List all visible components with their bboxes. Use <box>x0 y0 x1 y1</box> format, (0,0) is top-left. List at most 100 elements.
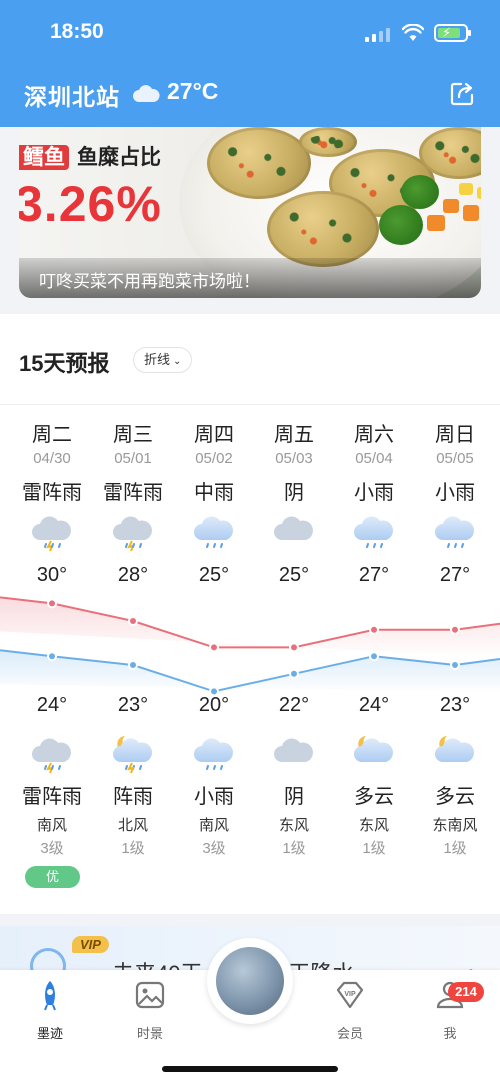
high-temp-label: 25° <box>278 564 310 586</box>
high-temp-label: 25° <box>198 564 230 586</box>
home-indicator <box>162 1066 338 1072</box>
wind-level: 3级 <box>202 840 226 857</box>
wind-level: 3级 <box>40 840 64 857</box>
day-condition: 雷阵雨 <box>103 482 163 504</box>
wind-direction: 北风 <box>117 817 148 834</box>
night-condition: 小雨 <box>194 786 234 808</box>
high-temp-point <box>369 624 379 635</box>
forecast-night-column[interactable]: 阵雨 北风 1级 <box>93 732 173 858</box>
night-condition: 阵雨 <box>113 786 153 808</box>
night-condition: 阴 <box>284 786 304 808</box>
weekday-label: 周六 <box>354 424 394 446</box>
date-label: 05/04 <box>355 450 393 467</box>
notification-badge: 214 <box>448 982 484 1002</box>
tab-moji[interactable]: 墨迹 <box>10 978 90 1042</box>
high-temp-point <box>289 642 299 653</box>
thunderstorm-icon <box>30 732 74 774</box>
wind-direction: 东南风 <box>432 817 478 834</box>
day-condition: 阴 <box>284 482 304 504</box>
low-temp-point <box>128 660 138 670</box>
forecast-card: 15天预报 折线 ⌄ 周二 04/30 雷阵雨 30° 24° 雷阵雨 南风 3级 周三 05/01… <box>0 314 500 914</box>
partly-cloudy-night-icon <box>433 732 477 772</box>
center-action-button[interactable] <box>207 938 293 1024</box>
forecast-night-column[interactable]: 阴东风 1级 <box>254 732 334 858</box>
forecast-night-column[interactable]: 雷阵雨南风 3级 <box>12 732 92 858</box>
date-label: 05/02 <box>195 450 233 467</box>
high-temp-label: 28° <box>117 564 149 586</box>
low-temp-point <box>289 668 299 679</box>
low-temp-point <box>369 651 379 662</box>
date-label: 04/30 <box>33 450 71 467</box>
high-temp-point <box>128 616 138 626</box>
date-label: 05/01 <box>114 450 152 467</box>
forecast-day-column[interactable]: 周四 05/02 中雨 <box>174 418 254 550</box>
image-icon <box>135 981 165 1009</box>
cellular-signal-icon <box>365 26 390 42</box>
thunderstorm-icon <box>111 510 155 552</box>
forecast-night-column[interactable]: 小雨 南风 3级 <box>174 732 254 858</box>
wifi-icon <box>402 24 424 41</box>
forecast-day-column[interactable]: 周三 05/01 雷阵雨 <box>93 418 173 552</box>
forecast-day-column[interactable]: 周日 05/05 小雨 <box>415 418 495 550</box>
view-toggle[interactable]: 折线 ⌄ <box>133 347 193 373</box>
banner-caption: 叮咚买菜不用再跑菜市场啦！ <box>39 272 260 291</box>
chevron-down-icon: ⌄ <box>173 356 182 367</box>
rocket-icon <box>44 981 56 1011</box>
current-temperature: 27°C <box>167 78 219 104</box>
low-temp-point <box>47 651 57 662</box>
banner-caption-bar: 叮咚买菜不用再跑菜市场啦！ <box>19 258 481 298</box>
vip-diamond-icon: VIP <box>336 981 364 1009</box>
cloud-icon <box>272 732 316 772</box>
tab-member[interactable]: VIP 会员 <box>310 978 390 1042</box>
location-name[interactable]: 深圳北站 <box>24 78 120 112</box>
night-condition: 雷阵雨 <box>22 786 82 808</box>
high-temp-label: 30° <box>36 564 68 586</box>
forecast-day-column[interactable]: 周五 05/03 阴 <box>254 418 334 550</box>
status-bar: 18:50 ⚡ <box>0 18 500 50</box>
series-band <box>0 650 500 693</box>
promo-banner[interactable]: 鳕鱼 鱼糜占比 3.26% 叮咚买菜不用再跑菜市场啦！ <box>19 127 481 298</box>
night-condition: 多云 <box>354 786 394 808</box>
status-time: 18:50 <box>50 20 104 43</box>
wind-level: 1级 <box>282 840 306 857</box>
series-band <box>0 597 500 658</box>
wind-direction: 东风 <box>278 817 309 834</box>
night-condition: 多云 <box>435 786 475 808</box>
cloud-icon <box>272 510 316 550</box>
day-condition: 中雨 <box>194 482 234 504</box>
tab-scenery[interactable]: 时景 <box>110 978 190 1042</box>
air-quality-badge[interactable]: 优 <box>25 866 80 888</box>
share-icon[interactable] <box>448 80 476 108</box>
thunderstorm-icon <box>30 510 74 552</box>
forecast-night-column[interactable]: 多云东风 1级 <box>334 732 414 858</box>
top-bar: 18:50 ⚡ 深圳北站 27°C <box>0 0 500 127</box>
weekday-label: 周五 <box>274 424 314 446</box>
high-temp-label: 27° <box>439 564 471 586</box>
high-temp-point <box>450 624 460 635</box>
rain-icon <box>192 510 236 550</box>
forecast-day-column[interactable]: 周二 04/30 雷阵雨 <box>12 418 92 552</box>
svg-text:VIP: VIP <box>344 991 356 998</box>
high-temp-point <box>47 598 57 609</box>
wind-direction: 南风 <box>36 817 67 834</box>
date-label: 05/03 <box>275 450 313 467</box>
forecast-day-column[interactable]: 周六 05/04 小雨 <box>334 418 414 550</box>
date-label: 05/05 <box>436 450 474 467</box>
rain-icon <box>192 732 236 772</box>
high-temp-point <box>209 642 219 653</box>
weekday-label: 周日 <box>435 424 475 446</box>
battery-icon: ⚡ <box>434 24 471 42</box>
day-condition: 小雨 <box>435 482 475 504</box>
wind-level: 1级 <box>362 840 386 857</box>
wind-direction: 东风 <box>358 817 389 834</box>
day-condition: 小雨 <box>354 482 394 504</box>
forecast-title: 15天预报 <box>19 351 110 376</box>
vip-badge: VIP <box>72 936 109 953</box>
header: 深圳北站 27°C <box>24 78 476 112</box>
weekday-label: 周四 <box>194 424 234 446</box>
forecast-night-column[interactable]: 多云东南风 1级 <box>415 732 495 858</box>
divider <box>0 404 500 405</box>
partly-cloudy-night-icon <box>352 732 396 772</box>
banner-percent: 3.26% <box>19 176 162 232</box>
wind-level: 1级 <box>443 840 467 857</box>
